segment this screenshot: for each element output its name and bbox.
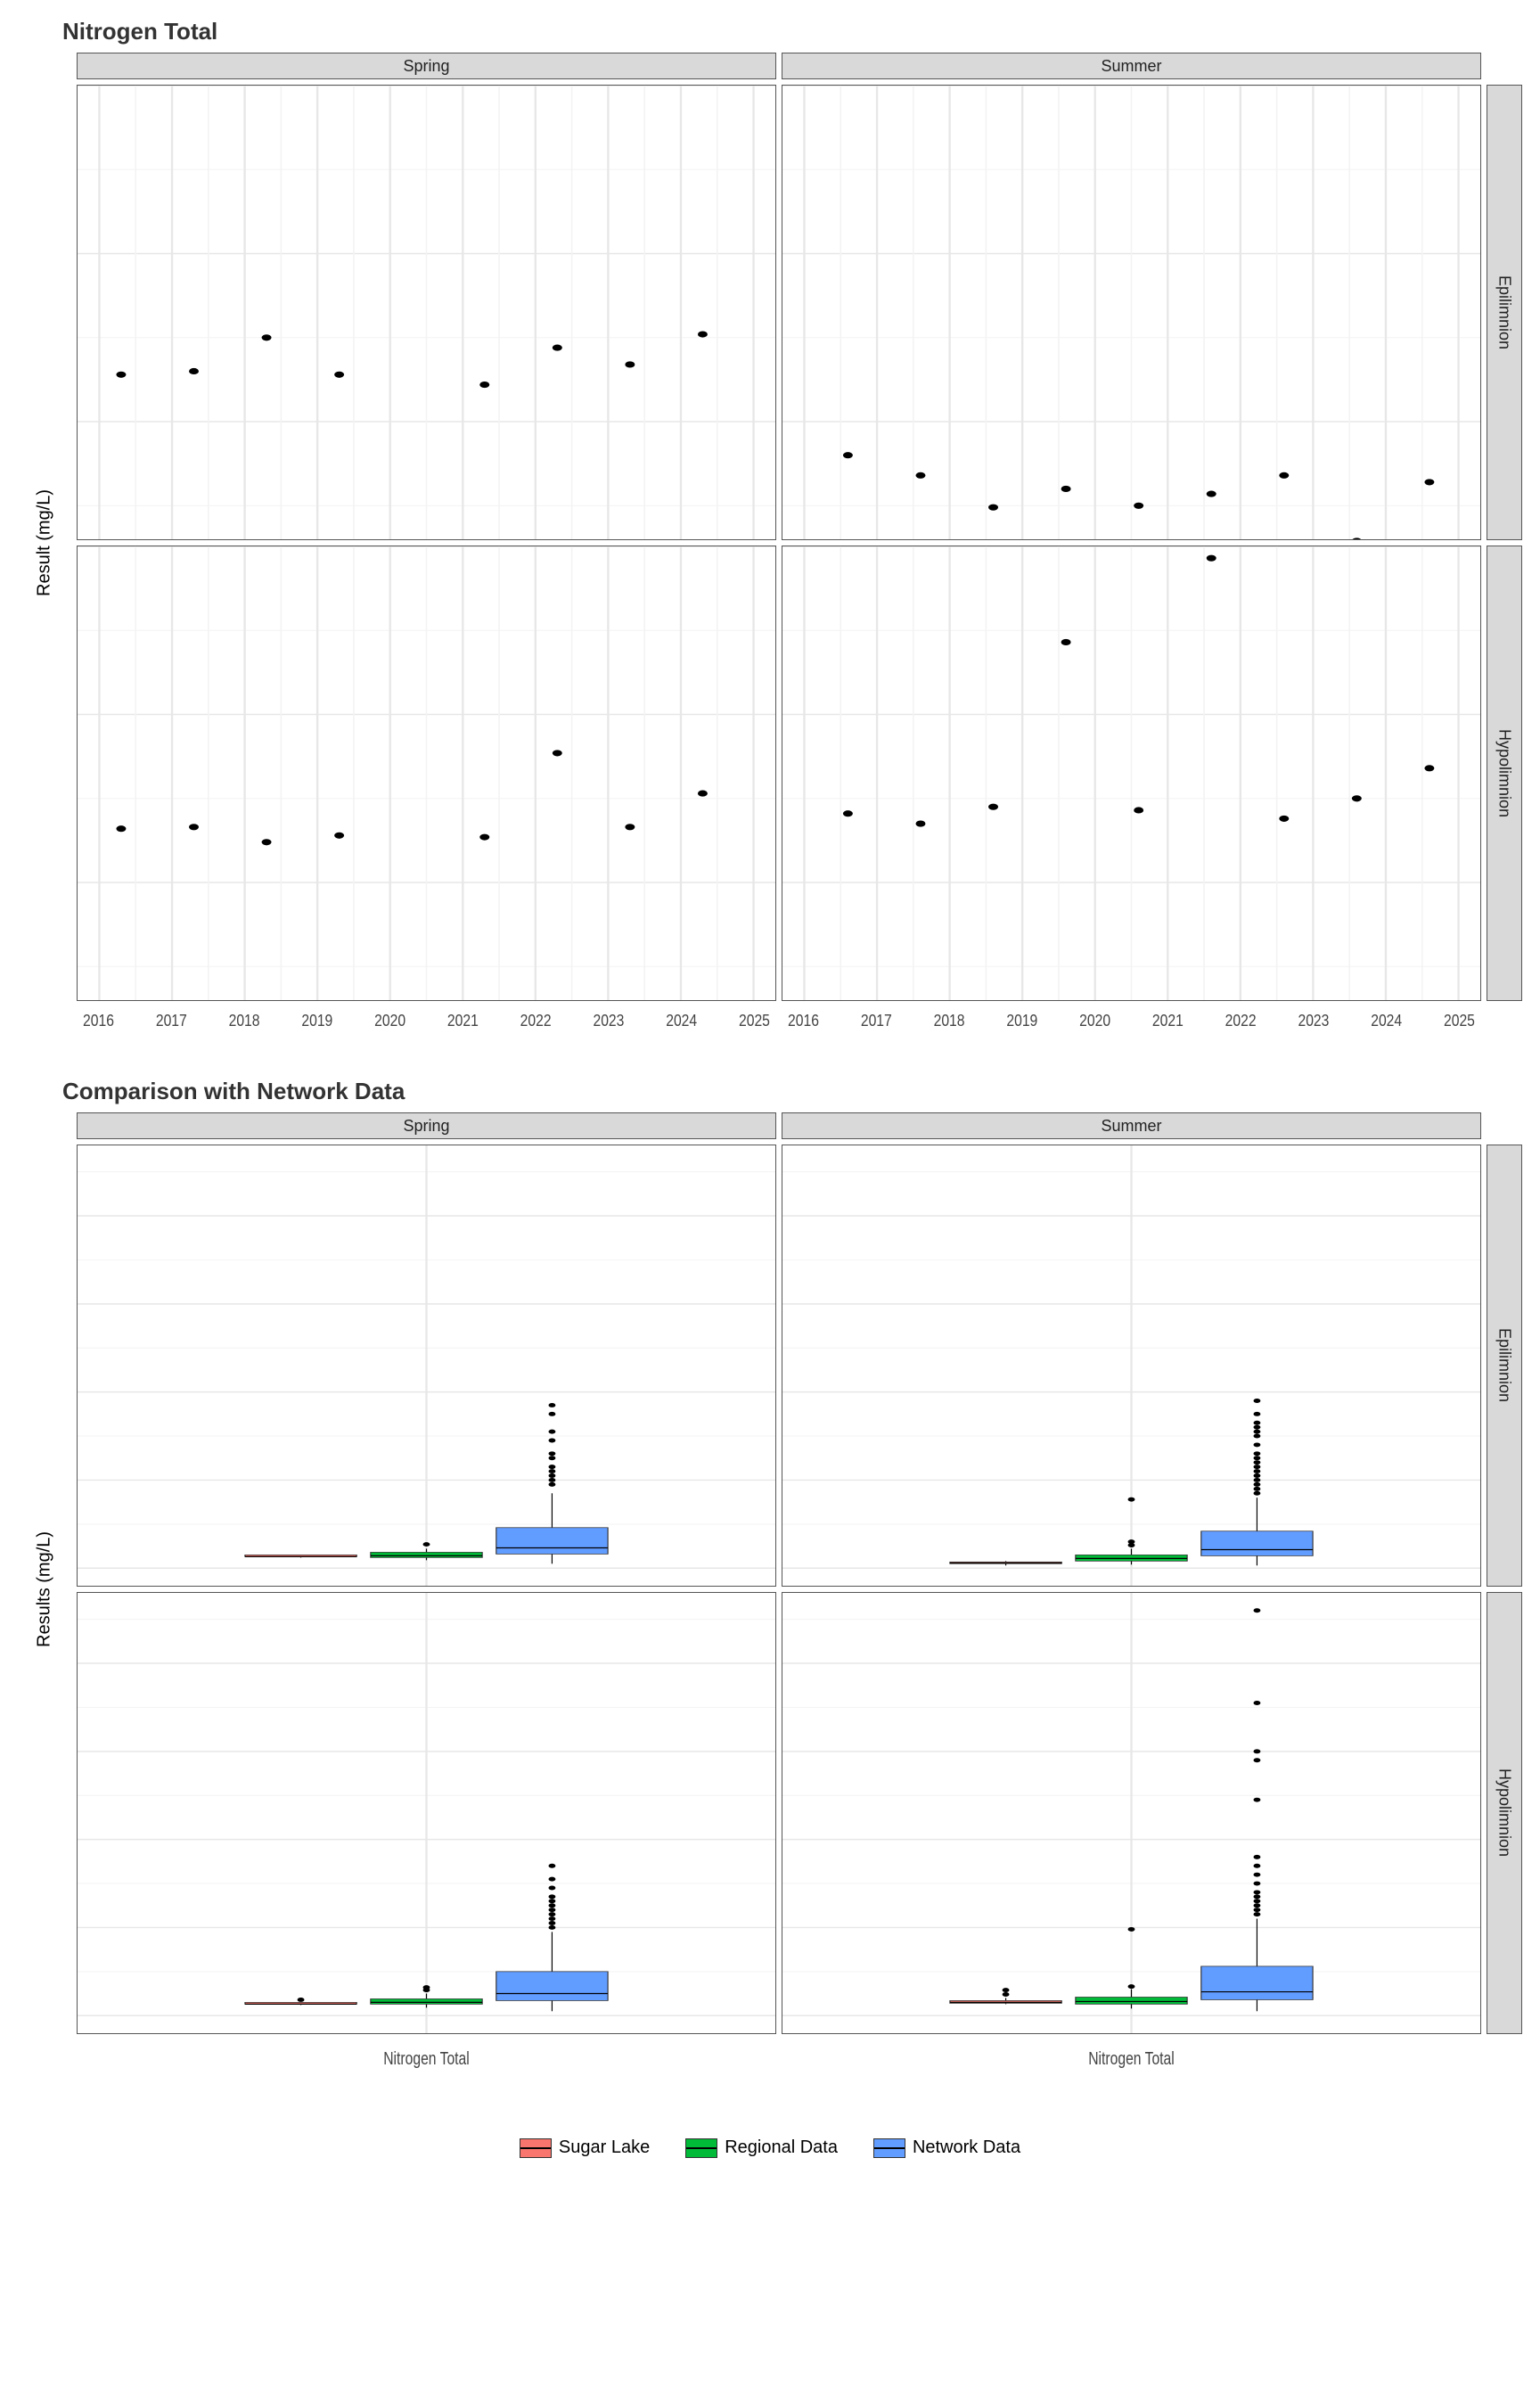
svg-text:2022: 2022 bbox=[520, 1012, 552, 1030]
box-facet-grid: Spring Summer Results (mg/L) 01234 Epili… bbox=[18, 1112, 1522, 2093]
svg-text:2021: 2021 bbox=[447, 1012, 479, 1030]
box-panel-summer-epi bbox=[782, 1145, 1481, 1587]
svg-text:2019: 2019 bbox=[301, 1012, 332, 1030]
scatter-xaxis-summer: 2016 2017 2018 2019 2020 2021 2022 2023 2024 2025 bbox=[782, 1006, 1481, 1038]
scatter-xaxis-spring: 2016 2017 2018 2019 2020 2021 2022 2023 2024 2025 bbox=[77, 1006, 776, 1038]
svg-text:2024: 2024 bbox=[1371, 1012, 1402, 1030]
panel-spring-hypo: 0.10.20.3 bbox=[77, 546, 776, 1001]
col-strip-spring: Spring bbox=[77, 53, 776, 79]
box-row-strip-epi: Epilimnion bbox=[1487, 1145, 1522, 1587]
box-chart-block: Comparison with Network Data Spring Summ… bbox=[18, 1078, 1522, 2093]
box-ylabel: Results (mg/L) bbox=[18, 1145, 71, 2034]
panel-spring-epi: 0.10.20.3 bbox=[77, 85, 776, 540]
legend: Sugar Lake Regional Data Network Data bbox=[18, 2138, 1522, 2158]
box-panel-spring-hypo: 01234 bbox=[77, 1592, 776, 2034]
panel-summer-epi bbox=[782, 85, 1481, 540]
box-title: Comparison with Network Data bbox=[62, 1078, 1522, 1105]
scatter-title: Nitrogen Total bbox=[62, 18, 1522, 45]
scatter-facet-grid: Spring Summer Result (mg/L) 0.10.20.3 Ep… bbox=[18, 53, 1522, 1033]
box-xaxis-summer: Nitrogen Total bbox=[782, 2039, 1481, 2093]
col-strip-summer: Summer bbox=[782, 53, 1481, 79]
legend-item-sugar: Sugar Lake bbox=[520, 2138, 650, 2158]
svg-text:2025: 2025 bbox=[1444, 1012, 1475, 1030]
legend-item-network: Network Data bbox=[873, 2138, 1020, 2158]
svg-text:2023: 2023 bbox=[593, 1012, 624, 1030]
row-strip-epi: Epilimnion bbox=[1487, 85, 1522, 540]
svg-text:2024: 2024 bbox=[666, 1012, 697, 1030]
svg-text:2019: 2019 bbox=[1006, 1012, 1037, 1030]
svg-text:2020: 2020 bbox=[1079, 1012, 1110, 1030]
svg-text:Nitrogen Total: Nitrogen Total bbox=[383, 2048, 470, 2068]
row-strip-hypo: Hypolimnion bbox=[1487, 546, 1522, 1001]
legend-item-regional: Regional Data bbox=[685, 2138, 838, 2158]
svg-text:2016: 2016 bbox=[83, 1012, 114, 1030]
svg-text:2017: 2017 bbox=[156, 1012, 187, 1030]
svg-text:2021: 2021 bbox=[1152, 1012, 1184, 1030]
svg-text:Nitrogen Total: Nitrogen Total bbox=[1088, 2048, 1175, 2068]
box-xaxis-spring: Nitrogen Total bbox=[77, 2039, 776, 2093]
svg-text:2017: 2017 bbox=[861, 1012, 892, 1030]
svg-text:2022: 2022 bbox=[1225, 1012, 1257, 1030]
svg-text:2020: 2020 bbox=[374, 1012, 405, 1030]
panel-summer-hypo bbox=[782, 546, 1481, 1001]
box-panel-summer-hypo bbox=[782, 1592, 1481, 2034]
box-col-strip-spring: Spring bbox=[77, 1112, 776, 1139]
scatter-chart-block: Nitrogen Total Spring Summer Result (mg/… bbox=[18, 18, 1522, 1033]
scatter-ylabel: Result (mg/L) bbox=[18, 85, 71, 1001]
svg-text:2025: 2025 bbox=[739, 1012, 770, 1030]
svg-text:2016: 2016 bbox=[788, 1012, 819, 1030]
box-panel-spring-epi: 01234 bbox=[77, 1145, 776, 1587]
svg-text:2018: 2018 bbox=[229, 1012, 260, 1030]
box-col-strip-summer: Summer bbox=[782, 1112, 1481, 1139]
svg-text:2023: 2023 bbox=[1298, 1012, 1329, 1030]
svg-text:2018: 2018 bbox=[934, 1012, 965, 1030]
box-row-strip-hypo: Hypolimnion bbox=[1487, 1592, 1522, 2034]
